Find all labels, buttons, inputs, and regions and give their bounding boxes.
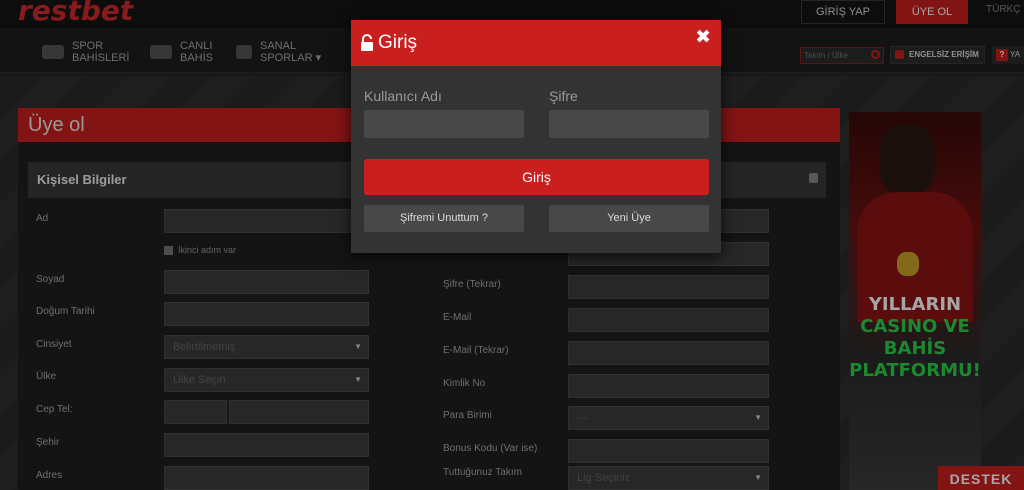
login-submit-button[interactable]: Giriş <box>364 159 709 195</box>
unlock-icon <box>361 34 373 51</box>
login-username-input[interactable] <box>364 110 524 138</box>
forgot-password-button[interactable]: Şifremi Unuttum ? <box>364 205 524 232</box>
username-label: Kullanıcı Adı <box>364 88 442 104</box>
login-modal: Giriş ✖ Kullanıcı Adı Şifre Giriş Şifrem… <box>351 20 721 253</box>
password-label: Şifre <box>549 88 578 104</box>
new-member-button[interactable]: Yeni Üye <box>549 205 709 232</box>
login-password-input[interactable] <box>549 110 709 138</box>
modal-header: Giriş ✖ <box>351 20 721 66</box>
modal-title: Giriş <box>378 32 418 53</box>
close-icon[interactable]: ✖ <box>695 26 711 49</box>
